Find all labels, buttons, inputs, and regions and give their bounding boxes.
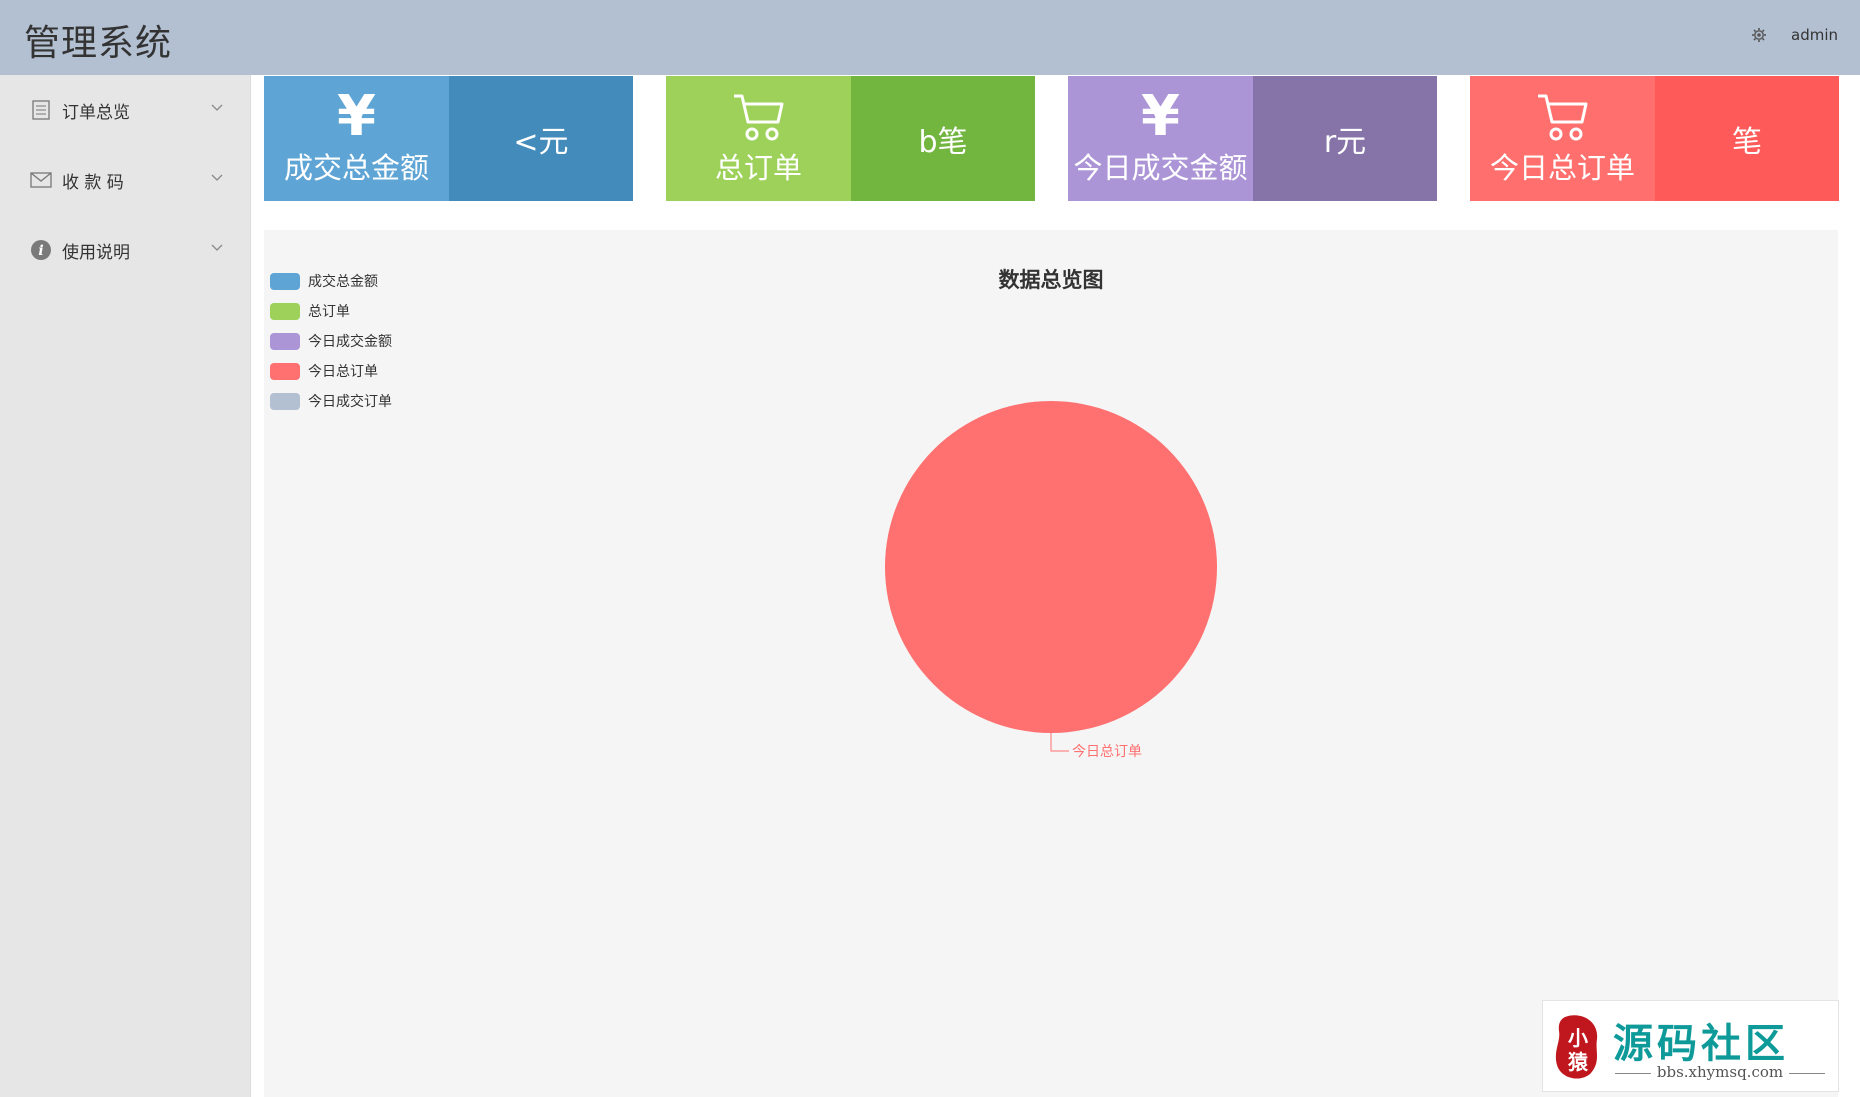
card-title: 成交总金额 [283,150,429,185]
user-area: admin [1751,26,1838,44]
yen-icon: ¥ [1141,83,1180,149]
card-left: 今日总订单 [1470,76,1655,201]
sidebar-item-label: 收 款 码 [62,172,124,193]
username-link[interactable]: admin [1791,26,1838,44]
sidebar-item-instructions[interactable]: i 使用说明 [0,215,250,285]
chevron-down-icon [211,104,223,111]
svg-text:i: i [38,243,43,259]
card-value: b笔 [851,76,1035,201]
cart-icon [1536,91,1590,143]
svg-text:猿: 猿 [1567,1050,1589,1074]
card-value: <元 [449,76,633,201]
pie-chart: 今日总订单 [885,401,1217,760]
pie-slice[interactable] [885,401,1217,733]
sidebar-item-payment-code[interactable]: 收 款 码 [0,145,250,215]
info-icon: i [30,239,52,261]
card-left: ¥ 今日成交金额 [1068,76,1253,201]
chart-panel: 数据总览图 成交总金额 总订单 今日成交金额 今日总订单 今日成交订单 今日总订单 [264,230,1838,1097]
sidebar-item-label: 订单总览 [62,102,130,123]
stat-card-today-orders[interactable]: 今日总订单 笔 [1470,76,1839,201]
card-left: 总订单 [666,76,851,201]
watermark-url: bbs.xhymsq.com [1607,1063,1833,1081]
card-title: 今日总订单 [1489,150,1635,185]
card-value: 笔 [1655,76,1839,201]
gear-icon[interactable] [1751,27,1767,43]
watermark-title: 源码社区 [1613,1021,1789,1067]
top-header: 管理系统 admin [0,0,1860,75]
card-left: ¥ 成交总金额 [264,76,449,201]
svg-text:小: 小 [1568,1026,1588,1050]
card-value: r元 [1253,76,1437,201]
watermark: 小 猿 源码社区 bbs.xhymsq.com [1542,1000,1839,1092]
app-logo[interactable]: 管理系统 [24,14,172,66]
yen-icon: ¥ [337,83,376,149]
envelope-icon [30,169,52,191]
slice-label: 今日总订单 [1072,744,1142,760]
stat-card-today-amount[interactable]: ¥ 今日成交金额 r元 [1068,76,1437,201]
sidebar-item-order-overview[interactable]: 订单总览 [0,75,250,145]
chevron-down-icon [211,174,223,181]
chevron-down-icon [211,244,223,251]
seal-logo: 小 猿 [1555,1015,1598,1079]
sidebar-item-label: 使用说明 [62,242,130,263]
document-icon [30,99,52,121]
cart-icon [732,91,786,143]
slice-label-line [1050,733,1069,752]
stat-card-total-amount[interactable]: ¥ 成交总金额 <元 [264,76,633,201]
sidebar: 订单总览 收 款 码 i 使用说明 [0,75,251,1097]
stat-card-total-orders[interactable]: 总订单 b笔 [666,76,1035,201]
card-title: 总订单 [714,150,802,185]
card-title: 今日成交金额 [1073,150,1248,185]
